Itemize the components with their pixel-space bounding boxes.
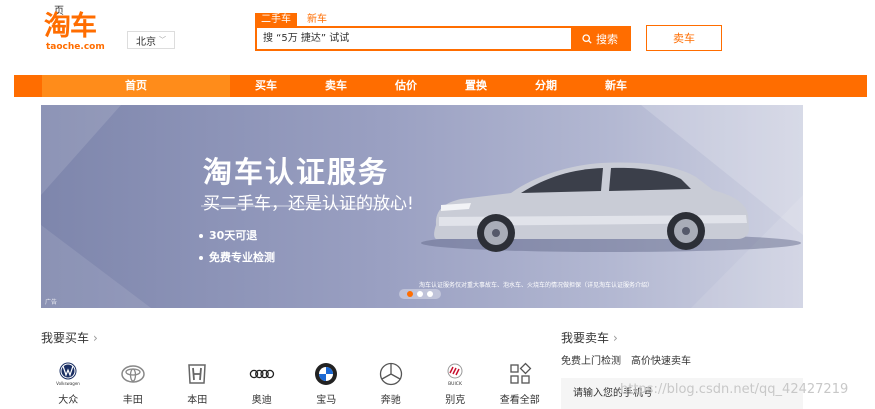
brand-list: Volkswagen 大众 丰田 本田 奥迪 宝马 奔驰 BUICK 别克 查看… [36, 361, 552, 406]
nav-item-home[interactable]: 首页 [42, 75, 230, 97]
grid-icon [507, 361, 533, 387]
brand-item-audi[interactable]: 奥迪 [230, 361, 295, 406]
nav-item-valuation[interactable]: 估价 [390, 75, 422, 97]
brand-item-volkswagen[interactable]: Volkswagen 大众 [36, 361, 101, 406]
tab-used-car[interactable]: 二手车 [255, 13, 297, 26]
banner-subtitle: 买二手车，还是认证的放心! [203, 194, 414, 214]
brand-name: 查看全部 [499, 395, 540, 406]
main-nav: 首页 买车 卖车 估价 置换 分期 新车 [14, 75, 867, 97]
tab-new-car[interactable]: 新车 [301, 13, 333, 26]
logo-main-text: 淘车 [44, 11, 97, 42]
nav-item-sell[interactable]: 卖车 [320, 75, 352, 97]
banner-background-graphic [41, 105, 803, 308]
brand-name: 奔驰 [380, 395, 401, 406]
banner-title: 淘车认证服务 [203, 155, 390, 189]
nav-item-new-car[interactable]: 新车 [600, 75, 632, 97]
bmw-logo [313, 361, 339, 387]
carousel-dot[interactable] [407, 291, 413, 297]
banner-bullet: 免费专业检测 [199, 249, 275, 265]
carousel-dot[interactable] [417, 291, 423, 297]
search-icon [582, 33, 592, 44]
audi-logo [249, 361, 275, 387]
banner-bullet: 30天可退 [199, 227, 257, 243]
search-button[interactable]: 搜索 [571, 28, 629, 49]
link-free-inspection[interactable]: 免费上门检测 [561, 352, 621, 367]
watermark-text: https://blog.csdn.net/qq_42427219 [620, 382, 849, 397]
mercedes-logo [378, 361, 404, 387]
city-label: 北京 [136, 36, 156, 48]
brand-item-bmw[interactable]: 宝马 [294, 361, 359, 406]
sell-section-title[interactable]: 我要卖车 › [561, 329, 618, 346]
nav-item-installment[interactable]: 分期 [530, 75, 562, 97]
brand-name: 别克 [445, 395, 466, 406]
nav-item-trade-in[interactable]: 置换 [460, 75, 492, 97]
brand-item-view-all[interactable]: 查看全部 [488, 361, 553, 406]
svg-text:BUICK: BUICK [448, 381, 463, 387]
brand-name: 奥迪 [251, 395, 272, 406]
carousel-dot[interactable] [427, 291, 433, 297]
sell-links: 免费上门检测 高价快速卖车 [561, 352, 691, 367]
banner-fine-print: 淘车认证服务仅对重大事故车、泡水车、火烧车的情况做担保（详见淘车认证服务介绍） [419, 282, 654, 289]
ad-label: 广告 [45, 299, 58, 306]
buick-logo: BUICK [442, 361, 468, 387]
nav-item-buy[interactable]: 买车 [250, 75, 282, 97]
search-tabs: 二手车 新车 [255, 13, 333, 26]
brand-name: 大众 [58, 395, 79, 406]
brand-item-toyota[interactable]: 丰田 [101, 361, 166, 406]
brand-name: 宝马 [316, 395, 337, 406]
toyota-logo [120, 361, 146, 387]
city-selector[interactable]: 北京 ﹀ [127, 31, 175, 49]
chevron-right-icon: › [613, 331, 618, 345]
logo-domain-text: taoche.com [46, 42, 105, 52]
brand-item-honda[interactable]: 本田 [165, 361, 230, 406]
link-fast-sell[interactable]: 高价快速卖车 [631, 352, 691, 367]
site-logo[interactable]: 淘车 taoche.com [44, 11, 114, 53]
brand-name: 本田 [187, 395, 208, 406]
brand-item-buick[interactable]: BUICK 别克 [423, 361, 488, 406]
search-input[interactable] [257, 28, 571, 49]
volkswagen-logo: Volkswagen [55, 361, 81, 387]
chevron-right-icon: › [93, 331, 98, 345]
honda-logo [184, 361, 210, 387]
search-box: 搜索 [255, 26, 631, 51]
hero-banner[interactable]: 淘车认证服务 买二手车，还是认证的放心! 30天可退 免费专业检测 淘车认证服务… [41, 105, 803, 308]
chevron-down-icon: ﹀ [159, 36, 166, 44]
brand-name: 丰田 [122, 395, 143, 406]
brand-item-mercedes[interactable]: 奔驰 [359, 361, 424, 406]
buy-section-title[interactable]: 我要买车 › [41, 329, 98, 346]
search-button-label: 搜索 [596, 32, 618, 46]
carousel-indicators [399, 289, 441, 299]
svg-text:Volkswagen: Volkswagen [56, 381, 80, 386]
sell-car-button[interactable]: 卖车 [646, 25, 722, 51]
